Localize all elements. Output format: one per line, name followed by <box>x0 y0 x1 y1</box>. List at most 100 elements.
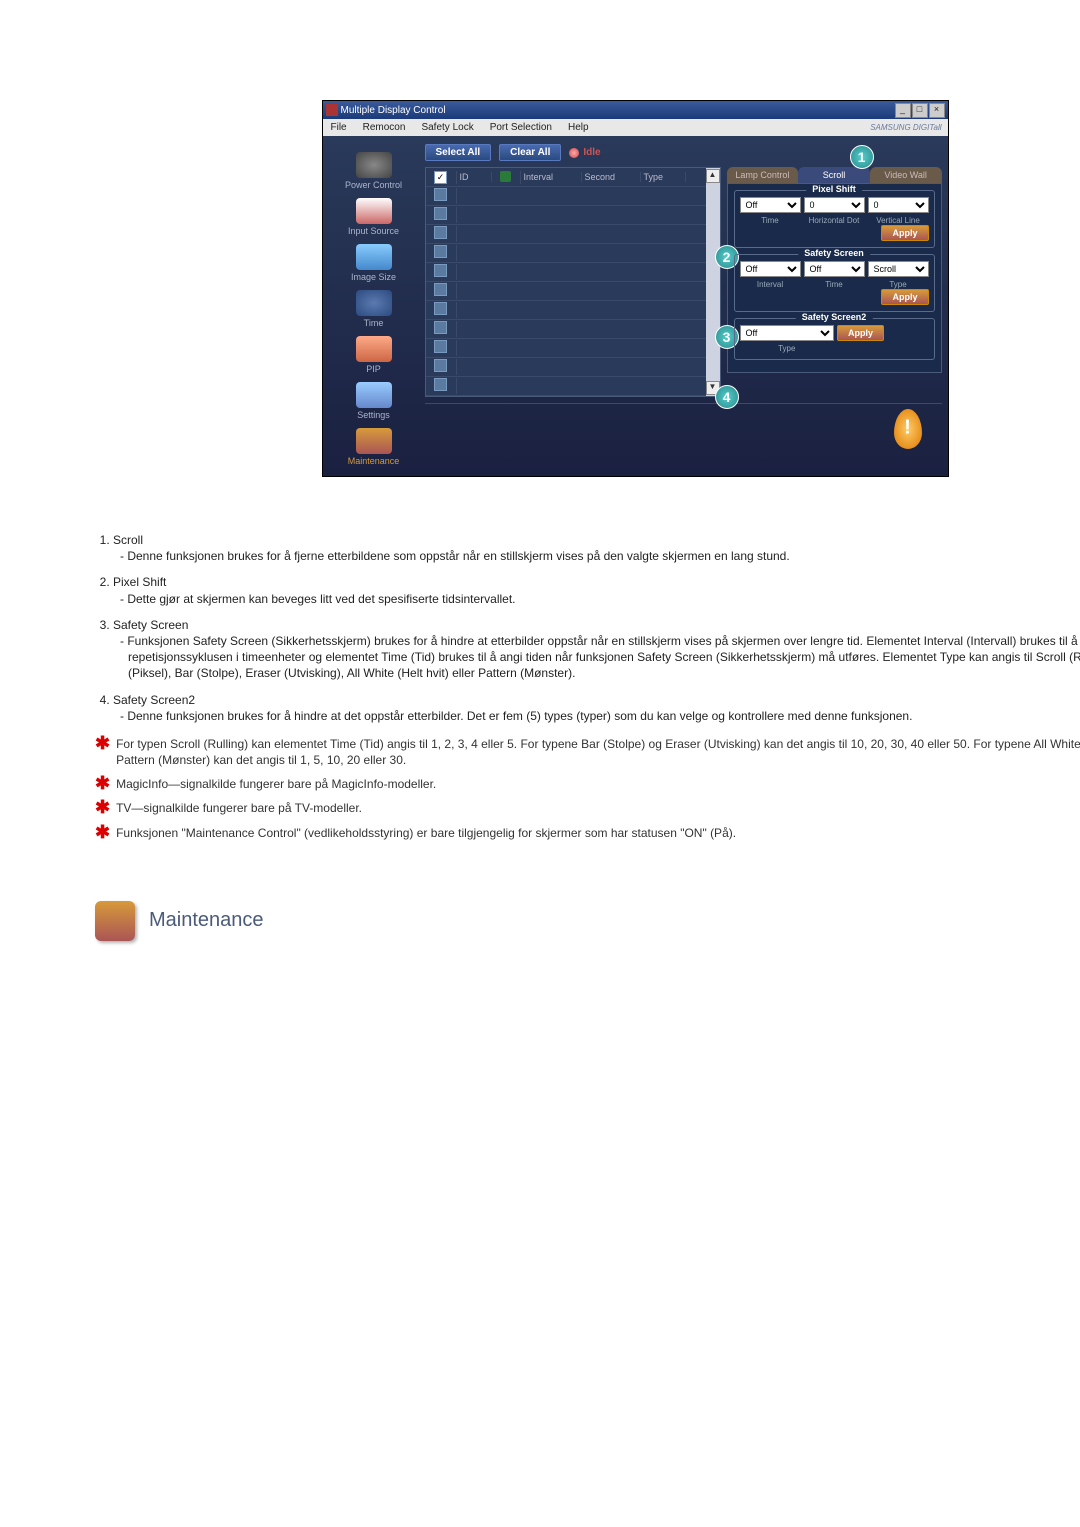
table-row[interactable] <box>426 320 706 339</box>
sidebar-item-maintenance[interactable]: Maintenance <box>329 426 419 470</box>
pixel-shift-vline-select[interactable]: 0 <box>868 197 929 213</box>
row-checkbox[interactable] <box>434 207 447 220</box>
lab: Vertical Line <box>868 216 929 225</box>
safety-screen2-type-select[interactable]: Off <box>740 325 835 341</box>
sidebar-item-pip[interactable]: PIP <box>329 334 419 378</box>
note-1: For typen Scroll (Rulling) kan elementet… <box>116 736 1080 768</box>
window-title: Multiple Display Control <box>341 105 446 116</box>
tab-scroll[interactable]: Scroll <box>798 167 870 183</box>
row-checkbox[interactable] <box>434 245 447 258</box>
doc-1-title: Scroll <box>113 533 143 547</box>
tab-video-wall[interactable]: Video Wall <box>870 167 942 183</box>
row-checkbox[interactable] <box>434 302 447 315</box>
col-id[interactable]: ID <box>457 172 492 182</box>
safety-screen2-apply-button[interactable]: Apply <box>837 325 884 341</box>
lab: Interval <box>740 280 801 289</box>
sidebar-item-label: Power Control <box>345 180 402 190</box>
maintenance-icon <box>356 428 392 454</box>
lab: Horizontal Dot <box>804 216 865 225</box>
time-icon <box>356 290 392 316</box>
clear-all-button[interactable]: Clear All <box>499 144 561 161</box>
lab: Type <box>868 280 929 289</box>
table-row[interactable] <box>426 263 706 282</box>
grid-scrollbar[interactable]: ▲ ▼ <box>706 168 720 396</box>
star-icon: ✱ <box>95 800 110 814</box>
star-icon: ✱ <box>95 825 110 839</box>
app-window: Multiple Display Control _ □ × File Remo… <box>322 100 949 477</box>
row-checkbox[interactable] <box>434 378 447 391</box>
menu-safety-lock[interactable]: Safety Lock <box>413 122 481 133</box>
row-checkbox[interactable] <box>434 188 447 201</box>
table-row[interactable] <box>426 244 706 263</box>
doc-4-desc: - Denne funksjonen brukes for å hindre a… <box>128 708 1080 724</box>
window-close-button[interactable]: × <box>929 103 945 118</box>
callout-1: 1 <box>850 145 874 169</box>
select-all-button[interactable]: Select All <box>425 144 492 161</box>
window-max-button[interactable]: □ <box>912 103 928 118</box>
doc-1-desc: - Denne funksjonen brukes for å fjerne e… <box>128 548 1080 564</box>
table-row[interactable] <box>426 206 706 225</box>
maintenance-heading-icon <box>95 901 135 941</box>
status-icon <box>500 171 511 182</box>
table-row[interactable] <box>426 225 706 244</box>
idle-label: Idle <box>583 147 600 158</box>
star-icon: ✱ <box>95 736 110 750</box>
table-row[interactable] <box>426 339 706 358</box>
sidebar-item-input-source[interactable]: Input Source <box>329 196 419 240</box>
info-bar <box>425 403 942 454</box>
table-row[interactable] <box>426 377 706 396</box>
safety-screen2-group: Safety Screen2 Off Apply Type <box>734 318 935 360</box>
safety-screen-interval-select[interactable]: Off <box>740 261 801 277</box>
brand-label: SAMSUNG DIGITall <box>870 123 947 132</box>
sidebar-item-settings[interactable]: Settings <box>329 380 419 424</box>
row-checkbox[interactable] <box>434 321 447 334</box>
titlebar[interactable]: Multiple Display Control _ □ × <box>323 101 948 119</box>
table-row[interactable] <box>426 282 706 301</box>
app-icon <box>326 104 338 116</box>
safety-screen-type-select[interactable]: Scroll <box>868 261 929 277</box>
col-interval[interactable]: Interval <box>521 172 582 182</box>
row-checkbox[interactable] <box>434 340 447 353</box>
menu-port-selection[interactable]: Port Selection <box>482 122 560 133</box>
table-row[interactable] <box>426 301 706 320</box>
idle-dot-icon <box>569 148 579 158</box>
idle-status: Idle <box>569 147 600 158</box>
row-checkbox[interactable] <box>434 226 447 239</box>
sidebar-item-label: Maintenance <box>348 456 400 466</box>
safety-screen-time-select[interactable]: Off <box>804 261 865 277</box>
display-grid: ✓ ID Interval Second Type <box>425 167 721 397</box>
tab-lamp-control[interactable]: Lamp Control <box>727 167 799 183</box>
lab: Time <box>804 280 865 289</box>
menubar: File Remocon Safety Lock Port Selection … <box>323 119 948 136</box>
safety-screen-apply-button[interactable]: Apply <box>881 289 928 305</box>
row-checkbox[interactable] <box>434 359 447 372</box>
sidebar-item-image-size[interactable]: Image Size <box>329 242 419 286</box>
info-icon <box>894 409 922 449</box>
col-type[interactable]: Type <box>641 172 686 182</box>
doc-3-desc: - Funksjonen Safety Screen (Sikkerhetssk… <box>128 633 1080 682</box>
col-second[interactable]: Second <box>582 172 641 182</box>
sidebar-item-time[interactable]: Time <box>329 288 419 332</box>
window-min-button[interactable]: _ <box>895 103 911 118</box>
lab: Type <box>740 344 835 353</box>
sidebar-item-label: Time <box>364 318 384 328</box>
menu-help[interactable]: Help <box>560 122 597 133</box>
menu-remocon[interactable]: Remocon <box>355 122 414 133</box>
table-row[interactable] <box>426 358 706 377</box>
pixel-shift-time-select[interactable]: Off <box>740 197 801 213</box>
doc-3-title: Safety Screen <box>113 618 188 632</box>
pixel-shift-apply-button[interactable]: Apply <box>881 225 928 241</box>
header-checkbox[interactable]: ✓ <box>434 171 447 184</box>
sidebar-item-power-control[interactable]: Power Control <box>329 150 419 194</box>
row-checkbox[interactable] <box>434 283 447 296</box>
scroll-up-button[interactable]: ▲ <box>706 169 720 183</box>
note-4: Funksjonen "Maintenance Control" (vedlik… <box>116 825 736 841</box>
menu-file[interactable]: File <box>323 122 355 133</box>
documentation: Scroll - Denne funksjonen brukes for å f… <box>95 532 1080 841</box>
row-checkbox[interactable] <box>434 264 447 277</box>
table-row[interactable] <box>426 187 706 206</box>
safety-screen2-legend: Safety Screen2 <box>796 312 873 322</box>
pixel-shift-hdot-select[interactable]: 0 <box>804 197 865 213</box>
sidebar-item-label: Settings <box>357 410 390 420</box>
note-2: MagicInfo—signalkilde fungerer bare på M… <box>116 776 436 792</box>
